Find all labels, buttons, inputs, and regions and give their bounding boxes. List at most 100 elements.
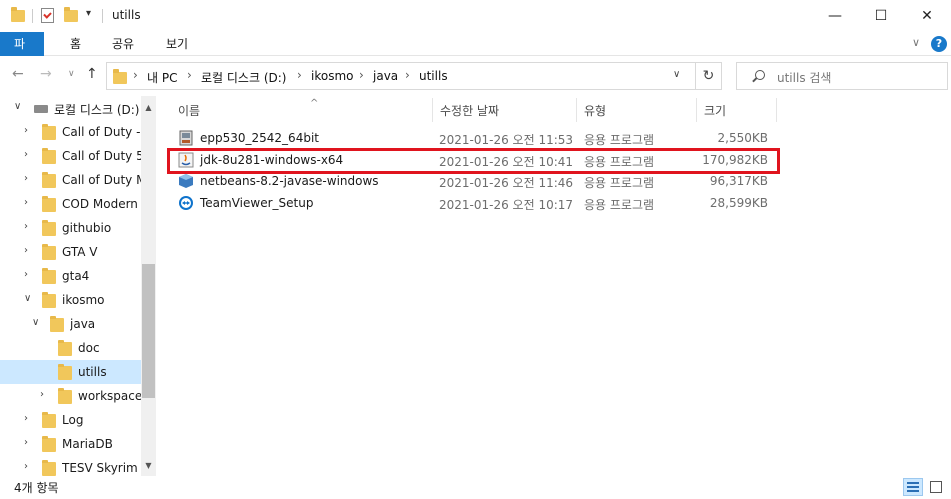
- expand-chevron-icon[interactable]: ›: [24, 269, 28, 280]
- collapse-chevron-icon[interactable]: ∨: [32, 317, 39, 328]
- file-row[interactable]: TeamViewer_Setup 2021-01-26 오전 10:17 응용 프로…: [174, 192, 774, 214]
- refresh-icon[interactable]: ↻: [696, 62, 722, 90]
- tree-item[interactable]: ∨ java: [0, 312, 141, 336]
- file-row[interactable]: epp530_2542_64bit 2021-01-26 오전 11:53 응용 프…: [174, 127, 774, 149]
- tree-item[interactable]: utills: [0, 360, 141, 384]
- folder-icon: [42, 460, 56, 476]
- breadcrumb-separator: ›: [133, 68, 138, 82]
- file-type: 응용 프로그램: [584, 176, 655, 190]
- quick-access-dropdown-icon[interactable]: ▾: [86, 8, 91, 19]
- column-header-type[interactable]: 유형: [584, 102, 606, 122]
- tree-item[interactable]: › Call of Duty M: [0, 168, 141, 192]
- column-name-label: 이름: [178, 104, 201, 118]
- new-folder-icon[interactable]: [64, 7, 78, 22]
- help-icon[interactable]: ?: [931, 36, 947, 52]
- tree-item-label: TESV Skyrim S: [62, 461, 141, 475]
- folder-icon: [42, 412, 56, 428]
- file-name: TeamViewer_Setup: [200, 195, 314, 210]
- tree-item[interactable]: › Log: [0, 408, 141, 432]
- tab-view[interactable]: 보기: [152, 32, 202, 56]
- column-divider[interactable]: [776, 98, 777, 122]
- collapse-chevron-icon[interactable]: ∨: [14, 101, 21, 112]
- column-header-name[interactable]: 이름 ^: [178, 98, 433, 122]
- breadcrumb-ikosmo[interactable]: ikosmo: [311, 69, 353, 83]
- search-input[interactable]: utills 검색: [736, 62, 948, 90]
- folder-icon: [58, 364, 72, 380]
- breadcrumb-java[interactable]: java: [373, 69, 398, 83]
- column-header-size[interactable]: 크기: [704, 102, 726, 122]
- recent-locations-icon[interactable]: ∨: [68, 69, 75, 79]
- up-arrow-icon[interactable]: ↑: [86, 66, 98, 82]
- address-bar[interactable]: › 내 PC › 로컬 디스크 (D:) › ikosmo › java › u…: [106, 62, 696, 90]
- folder-icon: [42, 196, 56, 212]
- folder-icon: [113, 69, 127, 84]
- expand-chevron-icon[interactable]: ›: [24, 125, 28, 136]
- details-view-button[interactable]: [903, 478, 923, 496]
- navigation-bar: ← → ∨ ↑ › 내 PC › 로컬 디스크 (D:) › ikosmo › …: [0, 56, 951, 96]
- expand-chevron-icon[interactable]: ›: [24, 437, 28, 448]
- tree-item[interactable]: › Call of Duty -: [0, 120, 141, 144]
- column-divider[interactable]: [696, 98, 697, 122]
- tree-item[interactable]: › MariaDB: [0, 432, 141, 456]
- folder-icon: [58, 388, 72, 404]
- navigation-pane-scroll-thumb[interactable]: [142, 264, 155, 398]
- tree-item[interactable]: › workspace: [0, 384, 141, 408]
- tree-item[interactable]: › Call of Duty 5: [0, 144, 141, 168]
- expand-chevron-icon[interactable]: ›: [24, 413, 28, 424]
- collapse-chevron-icon[interactable]: ∨: [24, 293, 31, 304]
- expand-chevron-icon[interactable]: ›: [24, 221, 28, 232]
- tree-item[interactable]: doc: [0, 336, 141, 360]
- installer-icon: [178, 130, 194, 146]
- folder-icon: [42, 220, 56, 236]
- column-divider[interactable]: [432, 98, 433, 122]
- large-icons-view-button[interactable]: [926, 478, 946, 496]
- column-type-label: 유형: [584, 104, 607, 118]
- expand-chevron-icon[interactable]: ›: [24, 173, 28, 184]
- properties-icon[interactable]: [41, 8, 54, 23]
- tab-share[interactable]: 공유: [98, 32, 148, 56]
- ribbon-expand-icon[interactable]: ∨: [912, 36, 920, 49]
- expand-chevron-icon[interactable]: ›: [24, 461, 28, 472]
- scroll-down-icon[interactable]: ▼: [141, 458, 156, 473]
- tree-item[interactable]: ∨ ikosmo: [0, 288, 141, 312]
- folder-icon: [50, 316, 64, 332]
- folder-icon: [58, 340, 72, 356]
- tree-item-label: workspace: [78, 389, 141, 403]
- back-arrow-icon[interactable]: ←: [12, 66, 24, 82]
- file-modified-date: 2021-01-26 오전 11:46: [439, 176, 574, 190]
- forward-arrow-icon[interactable]: →: [40, 66, 52, 82]
- netbeans-icon: [178, 173, 194, 189]
- teamviewer-icon: [178, 195, 194, 211]
- close-button[interactable]: ✕: [904, 0, 950, 32]
- search-placeholder: utills 검색: [777, 71, 832, 85]
- file-size: 96,317KB: [709, 174, 768, 188]
- tree-item-label: MariaDB: [62, 437, 113, 451]
- tree-item[interactable]: › GTA V: [0, 240, 141, 264]
- breadcrumb-this-pc[interactable]: 내 PC: [147, 69, 177, 86]
- tree-item[interactable]: › COD Modern V: [0, 192, 141, 216]
- breadcrumb-local-disk[interactable]: 로컬 디스크 (D:): [201, 69, 286, 86]
- tree-item[interactable]: › TESV Skyrim S: [0, 456, 141, 476]
- column-divider[interactable]: [576, 98, 577, 122]
- tree-item-label: ikosmo: [62, 293, 105, 307]
- minimize-button[interactable]: —: [812, 0, 858, 32]
- tree-item[interactable]: › githubio: [0, 216, 141, 240]
- tree-item-label: utills: [78, 365, 107, 379]
- expand-chevron-icon[interactable]: ›: [40, 389, 44, 400]
- address-dropdown-icon[interactable]: ∨: [673, 69, 680, 80]
- tree-item-label: COD Modern V: [62, 197, 141, 211]
- breadcrumb-utills[interactable]: utills: [419, 69, 448, 83]
- separator: [32, 9, 33, 23]
- tab-home[interactable]: 홈: [56, 32, 95, 56]
- maximize-button[interactable]: ☐: [858, 0, 904, 32]
- file-size: 28,599KB: [709, 195, 768, 210]
- column-header-date[interactable]: 수정한 날짜: [440, 102, 499, 122]
- expand-chevron-icon[interactable]: ›: [24, 245, 28, 256]
- expand-chevron-icon[interactable]: ›: [24, 197, 28, 208]
- scroll-up-icon[interactable]: ▲: [141, 100, 156, 115]
- expand-chevron-icon[interactable]: ›: [24, 149, 28, 160]
- search-icon-handle: [752, 77, 757, 83]
- tree-item[interactable]: › gta4: [0, 264, 141, 288]
- tab-file[interactable]: 파일: [0, 32, 44, 75]
- tree-item[interactable]: ∨ 로컬 디스크 (D:): [0, 96, 141, 120]
